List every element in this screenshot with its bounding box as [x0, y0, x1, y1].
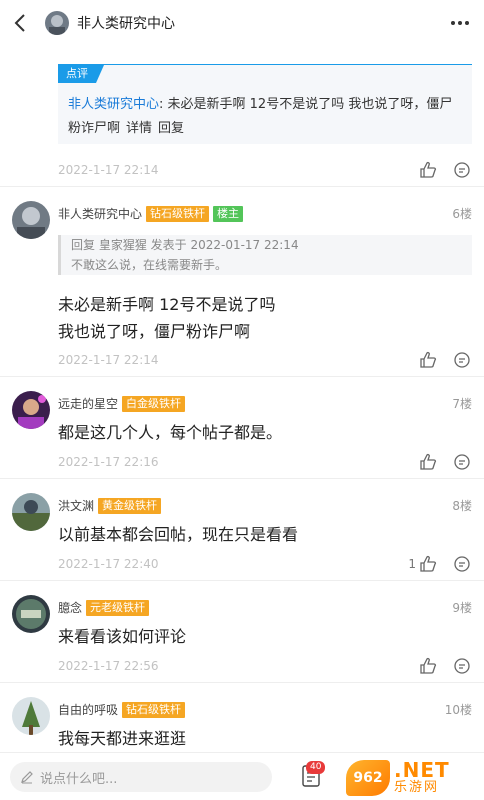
quote-block: 回复 皇家猩猩 发表于 2022-01-17 22:14 不敢这么说，在线需要新… [58, 235, 472, 275]
comment-button[interactable] [452, 452, 472, 472]
more-dots-icon [451, 21, 469, 25]
like-button[interactable] [418, 160, 438, 180]
list-item: 点评 非人类研究中心: 未必是新手啊 12号不是说了吗 我也说了呀，僵尸粉诈尸啊… [0, 46, 484, 187]
watermark-logo: 962 .NET 乐游网 [346, 757, 480, 799]
comment-bubble-icon [454, 658, 470, 674]
floor-number: 8楼 [452, 499, 472, 513]
table-row: 臆念 元老级铁杆 9楼 来看看该如何评论 2022-1-17 22:56 [0, 581, 484, 683]
name-row: 远走的星空 白金级铁杆 [58, 395, 186, 412]
avatar[interactable] [12, 201, 50, 239]
post-body: 都是这几个人，每个帖子都是。 [58, 423, 283, 442]
post-time: 2022-1-17 22:14 [58, 353, 159, 367]
thumbs-up-icon [420, 453, 437, 470]
level-badge: 元老级铁杆 [86, 599, 150, 616]
avatar[interactable] [12, 493, 50, 531]
floor-number: 6楼 [452, 207, 472, 221]
name-row: 臆念 元老级铁杆 [58, 599, 150, 616]
thumbs-up-icon [420, 161, 437, 178]
post-actions [418, 350, 472, 370]
comment-bubble-icon [454, 352, 470, 368]
review-tag: 点评 [58, 65, 104, 83]
post-time: 2022-1-17 22:16 [58, 455, 159, 469]
username[interactable]: 远走的星空 [58, 395, 118, 412]
comment-bubble-icon [454, 454, 470, 470]
thread-avatar[interactable] [45, 11, 69, 35]
watermark-sub: 乐游网 [394, 780, 440, 795]
name-row: 自由的呼吸 钻石级铁杆 [58, 701, 186, 718]
post-body-line: 未必是新手啊 12号不是说了吗 [58, 295, 276, 314]
post-time: 2022-1-17 22:14 [58, 163, 159, 177]
table-row: 非人类研究中心 钻石级铁杆 楼主 6楼 回复 皇家猩猩 发表于 2022-01-… [0, 187, 484, 377]
thumbs-up-icon [420, 555, 437, 572]
floor-number: 7楼 [452, 397, 472, 411]
thumbs-up-icon [420, 657, 437, 674]
bottom-bar: 说点什么吧... 40 962 .NET 乐游网 [0, 752, 484, 800]
review-reply-link[interactable]: 回复 [158, 121, 184, 136]
watermark-badge: 962 [346, 760, 390, 796]
post-body: 来看看该如何评论 [58, 627, 187, 646]
comment-placeholder: 说点什么吧... [40, 771, 118, 787]
quote-header: 回复 皇家猩猩 发表于 2022-01-17 22:14 [71, 238, 299, 252]
level-badge: 黄金级铁杆 [98, 497, 162, 514]
table-row: 远走的星空 白金级铁杆 7楼 都是这几个人，每个帖子都是。 2022-1-17 … [0, 377, 484, 479]
post-body: 我每天都进来逛逛 [58, 729, 187, 748]
like-button[interactable]: 1 [408, 554, 438, 574]
post-actions [418, 452, 472, 472]
post-time: 2022-1-17 22:40 [58, 557, 159, 571]
username[interactable]: 臆念 [58, 599, 82, 616]
level-badge: 钻石级铁杆 [146, 205, 210, 222]
post-actions: 1 [408, 554, 472, 574]
watermark-net: .NET [394, 758, 450, 782]
top-bar: 非人类研究中心 [0, 0, 484, 46]
back-button[interactable] [0, 0, 40, 46]
review-text: 非人类研究中心: 未必是新手啊 12号不是说了吗 我也说了呀，僵尸粉诈尸啊 详情回… [68, 93, 464, 141]
avatar[interactable] [12, 697, 50, 735]
thumbs-up-icon [420, 351, 437, 368]
reply-count-badge: 40 [306, 761, 326, 774]
level-badge: 钻石级铁杆 [122, 701, 186, 718]
like-button[interactable] [418, 350, 438, 370]
chevron-left-icon [14, 14, 25, 32]
post-time: 2022-1-17 22:56 [58, 659, 159, 673]
comment-button[interactable] [452, 160, 472, 180]
review-card: 点评 非人类研究中心: 未必是新手啊 12号不是说了吗 我也说了呀，僵尸粉诈尸啊… [58, 64, 472, 144]
table-row: 自由的呼吸 钻石级铁杆 10楼 我每天都进来逛逛 [0, 683, 484, 752]
comment-button[interactable] [452, 350, 472, 370]
level-badge: 白金级铁杆 [122, 395, 186, 412]
post-body: 以前基本都会回帖，现在只是看看 [58, 525, 299, 544]
table-row: 洪文渊 黄金级铁杆 8楼 以前基本都会回帖，现在只是看看 2022-1-17 2… [0, 479, 484, 581]
floor-number: 10楼 [444, 703, 472, 717]
comment-button[interactable] [452, 554, 472, 574]
like-count: 1 [408, 557, 416, 571]
username[interactable]: 自由的呼吸 [58, 701, 118, 718]
op-badge: 楼主 [213, 205, 244, 222]
comment-button[interactable] [452, 656, 472, 676]
post-actions [418, 160, 472, 180]
comment-bubble-icon [454, 556, 470, 572]
quote-text: 不敢这么说，在线需要新手。 [71, 258, 228, 272]
page-title: 非人类研究中心 [77, 16, 175, 32]
post-body-line: 我也说了呀，僵尸粉诈尸啊 [58, 322, 251, 341]
review-author-link[interactable]: 非人类研究中心 [68, 97, 159, 112]
post-body: 未必是新手啊 12号不是说了吗 我也说了呀，僵尸粉诈尸啊 [58, 291, 458, 345]
reply-list[interactable]: 点评 非人类研究中心: 未必是新手啊 12号不是说了吗 我也说了呀，僵尸粉诈尸啊… [0, 46, 484, 752]
comment-bubble-icon [454, 162, 470, 178]
name-row: 非人类研究中心 钻石级铁杆 楼主 [58, 205, 244, 222]
name-row: 洪文渊 黄金级铁杆 [58, 497, 162, 514]
like-button[interactable] [418, 452, 438, 472]
post-actions [418, 656, 472, 676]
comment-input[interactable]: 说点什么吧... [10, 762, 272, 792]
floor-number: 9楼 [452, 601, 472, 615]
pencil-icon [21, 771, 33, 784]
like-button[interactable] [418, 656, 438, 676]
avatar[interactable] [12, 391, 50, 429]
review-detail-link[interactable]: 详情 [126, 121, 152, 136]
username[interactable]: 洪文渊 [58, 497, 94, 514]
username[interactable]: 非人类研究中心 [58, 205, 142, 222]
more-button[interactable] [448, 11, 472, 35]
avatar[interactable] [12, 595, 50, 633]
